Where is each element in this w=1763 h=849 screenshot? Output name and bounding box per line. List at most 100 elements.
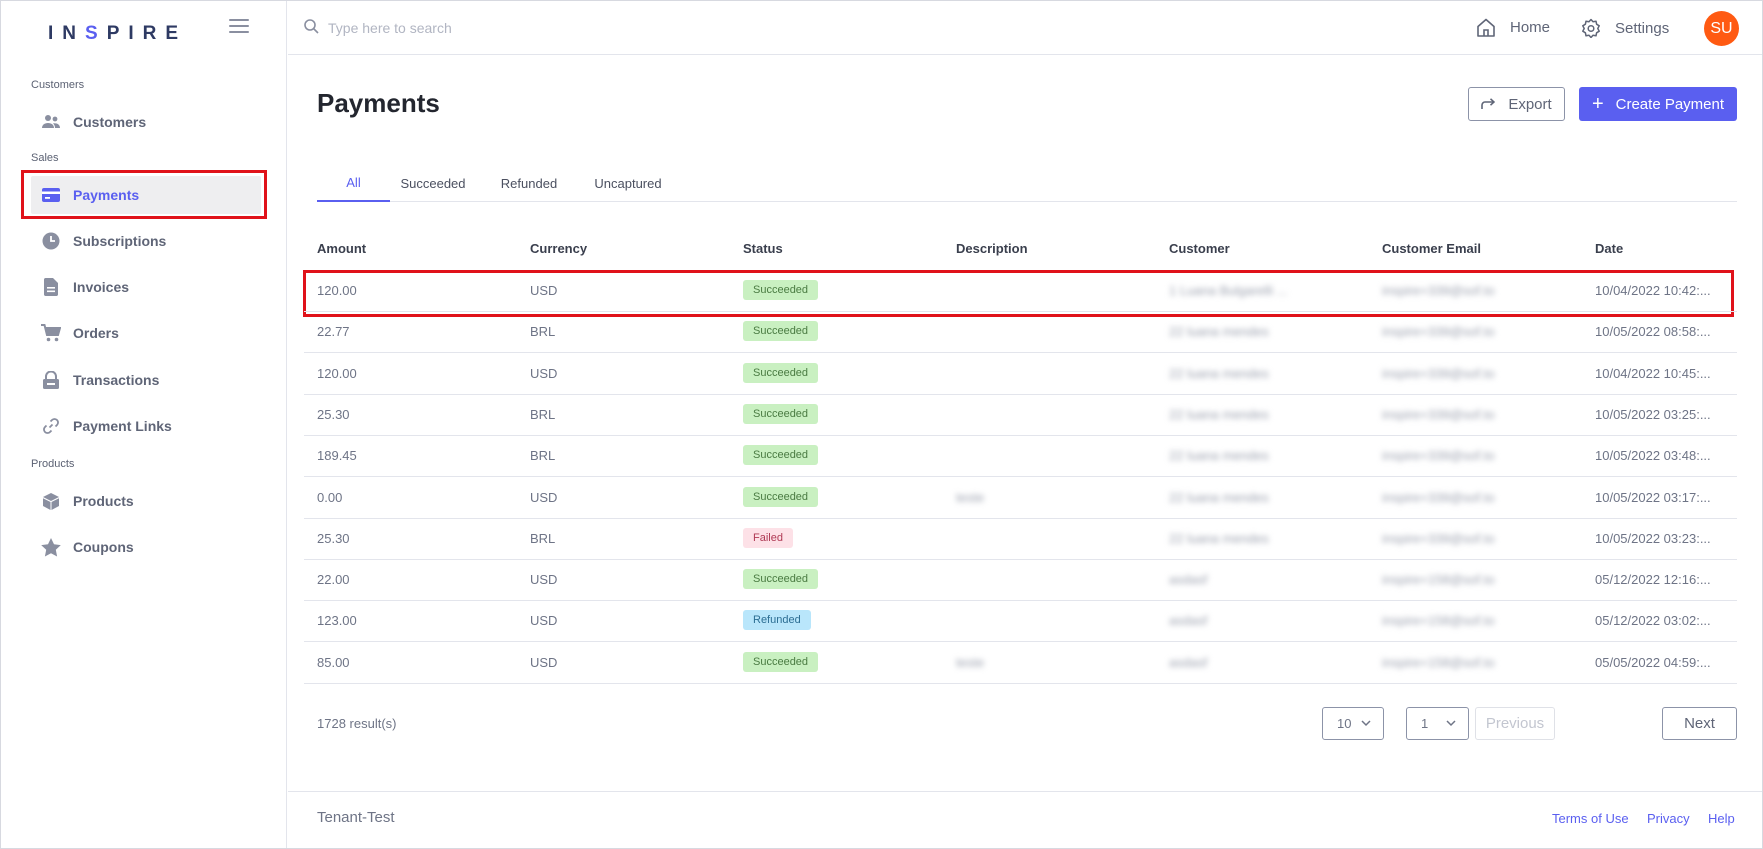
table-row[interactable]: 120.00 USD Succeeded 1 Luana Bulgarelli ...… <box>304 271 1737 312</box>
cell-amount: 120.00 <box>317 366 357 381</box>
subscriptions-icon <box>41 231 61 251</box>
table-row[interactable]: 25.30 BRL Failed 22 luana mendes inspire+339… <box>304 519 1737 560</box>
sidebar-item-transactions[interactable]: Transactions <box>31 361 261 399</box>
chevron-down-icon <box>1446 720 1456 727</box>
plus-icon: + <box>1591 93 1604 115</box>
status-badge: Succeeded <box>743 321 819 341</box>
home-link[interactable]: Home <box>1476 18 1550 37</box>
column-header-date[interactable]: Date <box>1595 241 1623 256</box>
sidebar-item-payment-links[interactable]: Payment Links <box>31 407 261 445</box>
topbar: Home Settings SU <box>288 1 1762 55</box>
column-header-currency[interactable]: Currency <box>530 241 587 256</box>
cell-customer-email: inspire+339@sof.to <box>1382 366 1495 381</box>
cell-date: 10/05/2022 08:58:... <box>1595 324 1711 339</box>
menu-icon[interactable] <box>229 19 249 37</box>
cell-currency: USD <box>530 490 558 505</box>
cell-customer: asdasf <box>1169 572 1208 587</box>
page-size-select[interactable]: 10 <box>1322 707 1384 740</box>
sidebar-item-label: Orders <box>73 325 119 341</box>
cell-date: 10/05/2022 03:25:... <box>1595 407 1711 422</box>
tab-succeeded[interactable]: Succeeded <box>395 164 471 202</box>
settings-link[interactable]: Settings <box>1581 18 1669 38</box>
table-row[interactable]: 189.45 BRL Succeeded 22 luana mendes inspire… <box>304 436 1737 477</box>
cell-customer-email: inspire+339@sof.to <box>1382 490 1495 505</box>
export-button[interactable]: Export <box>1468 87 1565 121</box>
privacy-link[interactable]: Privacy <box>1647 811 1690 826</box>
create-payment-button[interactable]: + Create Payment <box>1579 87 1737 121</box>
logo-text-accent: S <box>85 23 107 44</box>
cell-customer: 22 luana mendes <box>1169 448 1269 463</box>
export-icon <box>1481 98 1496 109</box>
sidebar-item-subscriptions[interactable]: Subscriptions <box>31 222 261 260</box>
table-row[interactable]: 22.77 BRL Succeeded 22 luana mendes inspire+… <box>304 312 1737 353</box>
cell-customer-email: inspire+158@sof.to <box>1382 613 1495 628</box>
cell-currency: BRL <box>530 448 556 463</box>
status-badge: Failed <box>743 528 793 548</box>
sidebar-item-label: Payment Links <box>73 418 172 434</box>
tab-all[interactable]: All <box>317 164 390 202</box>
previous-button[interactable]: Previous <box>1475 707 1555 740</box>
tab-uncaptured[interactable]: Uncaptured <box>587 164 669 202</box>
tab-refunded[interactable]: Refunded <box>493 164 565 202</box>
cell-date: 10/05/2022 03:23:... <box>1595 531 1711 546</box>
column-header-customer-email[interactable]: Customer Email <box>1382 241 1481 256</box>
cell-customer-email: inspire+339@sof.to <box>1382 324 1495 339</box>
sidebar-item-customers[interactable]: Customers <box>31 103 261 141</box>
cell-currency: USD <box>530 655 558 670</box>
column-header-description[interactable]: Description <box>956 241 1028 256</box>
column-header-status[interactable]: Status <box>743 241 783 256</box>
status-badge: Succeeded <box>743 569 819 589</box>
cell-currency: BRL <box>530 531 556 546</box>
cell-amount: 123.00 <box>317 613 357 628</box>
search-input[interactable] <box>328 16 828 40</box>
cell-amount: 189.45 <box>317 448 357 463</box>
cell-customer-email: inspire+339@sof.to <box>1382 531 1495 546</box>
cell-date: 10/05/2022 03:17:... <box>1595 490 1711 505</box>
cell-customer: 1 Luana Bulgarelli ... <box>1169 283 1288 298</box>
chevron-down-icon <box>1361 720 1371 727</box>
cell-date: 05/12/2022 03:02:... <box>1595 613 1711 628</box>
column-header-amount[interactable]: Amount <box>317 241 366 256</box>
next-button[interactable]: Next <box>1662 707 1737 740</box>
cell-currency: USD <box>530 572 558 587</box>
table-row[interactable]: 25.30 BRL Succeeded 22 luana mendes inspire+… <box>304 395 1737 436</box>
sidebar-item-invoices[interactable]: Invoices <box>31 268 261 306</box>
table-row[interactable]: 22.00 USD Succeeded asdasf inspire+158@sof.t… <box>304 560 1737 601</box>
sidebar-item-label: Coupons <box>73 539 134 555</box>
cell-customer: asdasf <box>1169 655 1208 670</box>
cell-date: 05/05/2022 04:59:... <box>1595 655 1711 670</box>
settings-label: Settings <box>1615 19 1670 37</box>
cell-currency: BRL <box>530 407 556 422</box>
sidebar-item-coupons[interactable]: Coupons <box>31 528 261 566</box>
avatar[interactable]: SU <box>1704 11 1739 46</box>
sidebar-item-payments[interactable]: Payments <box>31 176 261 214</box>
cell-customer-email: inspire+158@sof.to <box>1382 572 1495 587</box>
terms-link[interactable]: Terms of Use <box>1552 811 1629 826</box>
table-row[interactable]: 85.00 USD Succeeded teste asdasf inspire+158@… <box>304 643 1737 684</box>
tabs: All Succeeded Refunded Uncaptured <box>317 164 1737 202</box>
cell-customer-email: inspire+339@sof.to <box>1382 448 1495 463</box>
search-icon <box>304 19 319 39</box>
cell-description: teste <box>956 490 985 505</box>
table-row[interactable]: 123.00 USD Refunded asdasf inspire+158@sof.t… <box>304 601 1737 642</box>
status-badge: Succeeded <box>743 445 819 465</box>
section-label-products: Products <box>31 458 75 470</box>
page-number-select[interactable]: 1 <box>1406 707 1469 740</box>
cell-date: 10/04/2022 10:42:... <box>1595 283 1711 298</box>
help-link[interactable]: Help <box>1708 811 1735 826</box>
sidebar-item-label: Products <box>73 493 134 509</box>
cell-amount: 22.00 <box>317 572 350 587</box>
create-payment-label: Create Payment <box>1615 95 1725 113</box>
orders-icon <box>41 323 61 343</box>
logo-text-right: PIRE <box>106 23 188 44</box>
cell-customer-email: inspire+339@sof.to <box>1382 283 1495 298</box>
logo-text-left: IN <box>48 23 85 44</box>
sidebar-item-orders[interactable]: Orders <box>31 314 261 352</box>
sidebar-item-products[interactable]: Products <box>31 482 261 520</box>
cell-currency: USD <box>530 613 558 628</box>
table-row[interactable]: 120.00 USD Succeeded 22 luana mendes inspire… <box>304 354 1737 395</box>
sidebar-item-label: Payments <box>73 187 140 203</box>
table-row[interactable]: 0.00 USD Succeeded teste 22 luana mendes insp… <box>304 478 1737 519</box>
column-header-customer[interactable]: Customer <box>1169 241 1230 256</box>
status-badge: Succeeded <box>743 652 819 672</box>
